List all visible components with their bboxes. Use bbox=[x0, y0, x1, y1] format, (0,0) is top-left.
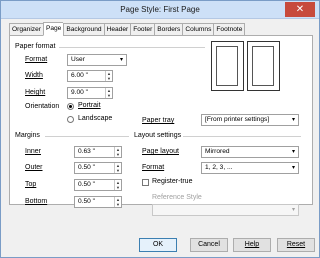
right-page-margin-frame bbox=[252, 46, 274, 86]
chevron-down-icon: ▾ bbox=[291, 117, 295, 123]
inner-label: Inner bbox=[25, 148, 41, 155]
page-layout-dropdown[interactable]: Mirrored ▾ bbox=[201, 146, 299, 158]
layout-settings-heading: Layout settings bbox=[134, 132, 182, 139]
top-label: Top bbox=[25, 181, 37, 188]
bottom-spinbox[interactable]: 0.50 " ▲ ▼ bbox=[74, 196, 122, 208]
paper-tray-label: Paper tray bbox=[142, 117, 175, 124]
left-page-margin-frame bbox=[216, 46, 238, 86]
width-value: 6.00 " bbox=[71, 72, 89, 79]
height-spinbox[interactable]: 9.00 " ▲ ▼ bbox=[67, 87, 113, 99]
page-preview-left bbox=[211, 41, 244, 91]
paper-format-divider bbox=[59, 47, 205, 48]
margins-divider bbox=[45, 136, 129, 137]
chevron-down-icon: ▾ bbox=[119, 57, 123, 63]
page-style-dialog: Page Style: First Page ✕ Organizer Page … bbox=[0, 0, 320, 258]
bottom-value: 0.50 " bbox=[78, 198, 96, 205]
portrait-label[interactable]: Portrait bbox=[78, 102, 101, 109]
cancel-button[interactable]: Cancel bbox=[190, 238, 228, 252]
inner-value: 0.63 " bbox=[78, 148, 96, 155]
outer-spinbox[interactable]: 0.50 " ▲ ▼ bbox=[74, 162, 122, 174]
window-title: Page Style: First Page bbox=[120, 5, 200, 14]
height-value: 9.00 " bbox=[71, 89, 89, 96]
page-layout-value: Mirrored bbox=[205, 148, 230, 155]
format-label: Format bbox=[25, 56, 48, 63]
spin-arrows-icon[interactable]: ▲ ▼ bbox=[105, 88, 112, 98]
reset-button[interactable]: Reset bbox=[277, 238, 315, 252]
chevron-down-icon: ▾ bbox=[291, 149, 295, 155]
register-true-checkbox[interactable] bbox=[142, 179, 149, 186]
inner-spinbox[interactable]: 0.63 " ▲ ▼ bbox=[74, 146, 122, 158]
spin-arrows-icon[interactable]: ▲ ▼ bbox=[105, 71, 112, 81]
orientation-label: Orientation bbox=[25, 103, 60, 110]
bottom-label: Bottom bbox=[25, 198, 48, 205]
width-spinbox[interactable]: 6.00 " ▲ ▼ bbox=[67, 70, 113, 82]
format-dropdown[interactable]: User ▾ bbox=[67, 54, 127, 66]
reference-style-dropdown[interactable]: ▾ bbox=[152, 204, 299, 216]
close-button[interactable]: ✕ bbox=[285, 2, 315, 17]
page-preview-right bbox=[247, 41, 280, 91]
landscape-label[interactable]: Landscape bbox=[78, 115, 112, 122]
paper-tray-value: [From printer settings] bbox=[205, 116, 270, 123]
spin-arrows-icon[interactable]: ▲ ▼ bbox=[114, 180, 121, 190]
spin-arrows-icon[interactable]: ▲ ▼ bbox=[114, 197, 121, 207]
top-value: 0.50 " bbox=[78, 181, 96, 188]
spin-arrows-icon[interactable]: ▲ ▼ bbox=[114, 147, 121, 157]
width-label: Width bbox=[25, 72, 43, 79]
spin-arrows-icon[interactable]: ▲ ▼ bbox=[114, 163, 121, 173]
layout-format-dropdown[interactable]: 1, 2, 3, ... ▾ bbox=[201, 162, 299, 174]
register-true-label[interactable]: Register-true bbox=[152, 178, 192, 185]
chevron-down-icon: ▾ bbox=[291, 207, 295, 213]
paper-format-heading: Paper format bbox=[15, 43, 56, 50]
layout-format-label: Format bbox=[142, 164, 165, 171]
outer-value: 0.50 " bbox=[78, 164, 96, 171]
reference-style-label: Reference Style bbox=[152, 194, 202, 201]
help-button[interactable]: Help bbox=[233, 238, 271, 252]
chevron-down-icon: ▾ bbox=[291, 165, 295, 171]
paper-tray-dropdown[interactable]: [From printer settings] ▾ bbox=[201, 114, 299, 126]
ok-button[interactable]: OK bbox=[139, 238, 177, 252]
tab-page[interactable]: Page bbox=[42, 22, 64, 36]
height-label: Height bbox=[25, 89, 46, 96]
outer-label: Outer bbox=[25, 164, 43, 171]
page-layout-label: Page layout bbox=[142, 148, 179, 155]
tab-bar: Organizer Page Background Header Footer … bbox=[9, 22, 246, 36]
top-spinbox[interactable]: 0.50 " ▲ ▼ bbox=[74, 179, 122, 191]
layout-format-value: 1, 2, 3, ... bbox=[205, 164, 233, 171]
landscape-radio[interactable] bbox=[67, 116, 74, 123]
margins-heading: Margins bbox=[15, 132, 40, 139]
layout-settings-divider bbox=[183, 136, 301, 137]
format-value: User bbox=[71, 56, 85, 63]
portrait-radio[interactable] bbox=[67, 103, 74, 110]
title-bar: Page Style: First Page ✕ bbox=[1, 1, 319, 19]
